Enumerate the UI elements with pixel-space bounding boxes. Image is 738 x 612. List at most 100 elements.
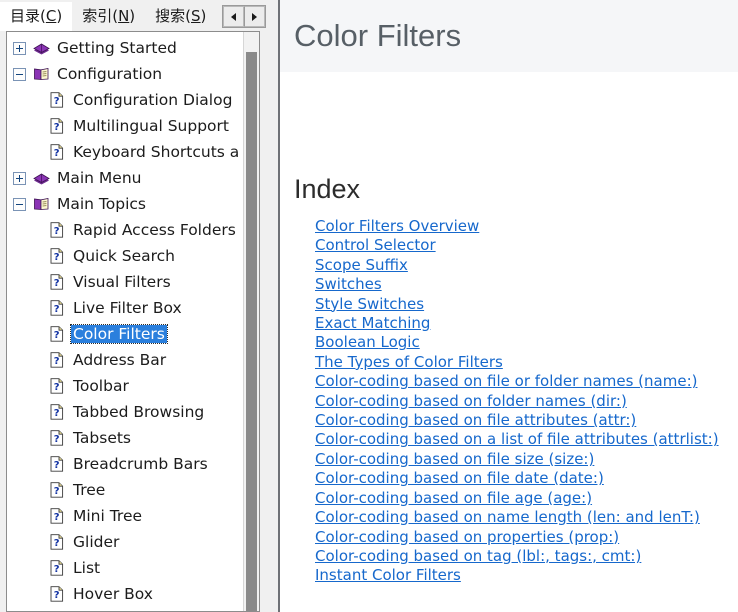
tree-scrollbar-thumb[interactable] (246, 52, 257, 611)
tab-label-text: 目录( (10, 7, 46, 25)
help-page-icon: ? (50, 248, 64, 264)
tree-item-label: Color Filters (70, 324, 168, 344)
index-link[interactable]: Exact Matching (315, 314, 430, 332)
help-page-icon: ? (50, 300, 64, 316)
collapse-icon[interactable] (13, 197, 26, 211)
index-link[interactable]: Color-coding based on a list of file att… (315, 430, 719, 448)
tree-item-label: Tabbed Browsing (73, 403, 205, 421)
triangle-left-icon (231, 12, 237, 21)
tree-item[interactable]: ? Tabbed Browsing (7, 399, 243, 425)
tab-label-text: 搜索( (155, 7, 192, 25)
collapse-icon[interactable] (13, 67, 26, 81)
tree-item-label: Hover Box (73, 585, 153, 603)
tree-item[interactable]: ? Tree (7, 477, 243, 503)
svg-text:?: ? (54, 538, 60, 549)
index-link[interactable]: Instant Color Filters (315, 566, 461, 584)
tree-item[interactable]: Main Topics (7, 191, 243, 217)
help-page-icon: ? (50, 508, 64, 524)
index-link[interactable]: Style Switches (315, 295, 424, 313)
tree-item[interactable]: Getting Started (7, 35, 243, 61)
tree-item[interactable]: ? Tabsets (7, 425, 243, 451)
panel-splitter[interactable] (268, 0, 280, 612)
svg-text:?: ? (54, 226, 60, 237)
tree-item-label: Live Filter Box (73, 299, 182, 317)
closed-book-icon (32, 173, 50, 184)
tab-search[interactable]: 搜索(S) (145, 2, 217, 31)
tree-item[interactable]: ? Quick Search (7, 243, 243, 269)
nav-forward-button[interactable] (244, 6, 266, 27)
tree-item[interactable]: ? Glider (7, 529, 243, 555)
help-page-icon: ? (47, 91, 67, 109)
content-body: Index Color Filters Overview Control Sele… (280, 72, 738, 612)
tree-item[interactable]: ? Rapid Access Folders (7, 217, 243, 243)
index-list-item: The Types of Color Filters (315, 353, 738, 372)
index-link[interactable]: Color Filters Overview (315, 217, 479, 235)
expand-icon[interactable] (13, 41, 26, 55)
tree-item[interactable]: Main Menu (7, 165, 243, 191)
index-link[interactable]: Color-coding based on properties (prop:) (315, 528, 619, 546)
svg-text:?: ? (54, 252, 60, 263)
index-list-item: Color Filters Overview (315, 217, 738, 236)
tree-item[interactable]: ? Address Bar (7, 347, 243, 373)
index-link[interactable]: Control Selector (315, 236, 436, 254)
expand-icon[interactable] (13, 171, 26, 185)
index-list-item: Color-coding based on file date (date:) (315, 469, 738, 488)
index-link[interactable]: Color-coding based on file size (size:) (315, 450, 594, 468)
tree-item[interactable]: ? Toolbar (7, 373, 243, 399)
index-link[interactable]: Color-coding based on file attributes (a… (315, 411, 636, 429)
tree-item[interactable]: ? Breadcrumb Bars (7, 451, 243, 477)
navigation-panel: 目录(C) 索引(N) 搜索(S) Getting Started Configura… (0, 0, 268, 612)
tree-item[interactable]: ? Keyboard Shortcuts a (7, 139, 243, 165)
index-link[interactable]: Color-coding based on file or folder nam… (315, 372, 697, 390)
index-link[interactable]: Color-coding based on tag (lbl:, tags:, … (315, 547, 641, 565)
index-link[interactable]: Color-coding based on name length (len: … (315, 508, 700, 526)
index-link[interactable]: Switches (315, 275, 382, 293)
tree-item[interactable]: ? Color Filters (7, 321, 243, 347)
help-page-icon: ? (50, 144, 64, 160)
contents-tree-scrollport[interactable]: Getting Started Configuration? Configurati… (7, 32, 243, 611)
index-list-item: Color-coding based on file age (age:) (315, 489, 738, 508)
nav-back-button[interactable] (223, 6, 245, 27)
closed-book-icon (32, 43, 50, 54)
index-link[interactable]: Color-coding based on file date (date:) (315, 469, 604, 487)
tree-item[interactable]: ? Visual Filters (7, 269, 243, 295)
tree-item-label: Visual Filters (73, 273, 171, 291)
tree-item[interactable]: ? Hover Box (7, 581, 243, 607)
tab-index[interactable]: 索引(N) (72, 2, 146, 31)
svg-text:?: ? (54, 122, 60, 133)
tree-item[interactable]: ? Configuration Dialog (7, 87, 243, 113)
tree-item[interactable]: ? Multilingual Support (7, 113, 243, 139)
index-link[interactable]: Scope Suffix (315, 256, 408, 274)
index-link-list: Color Filters Overview Control Selector Sc… (294, 203, 738, 586)
index-link[interactable]: Boolean Logic (315, 333, 420, 351)
tree-item[interactable]: Configuration (7, 61, 243, 87)
index-list-item: Color-coding based on name length (len: … (315, 508, 738, 527)
svg-text:?: ? (54, 304, 60, 315)
closed-book-icon (31, 39, 51, 57)
tree-item[interactable]: ? Live Filter Box (7, 295, 243, 321)
help-page-icon: ? (47, 429, 67, 447)
triangle-right-icon (252, 12, 258, 21)
tab-contents[interactable]: 目录(C) (0, 2, 73, 31)
index-list-item: Color-coding based on properties (prop:) (315, 528, 738, 547)
index-heading: Index (294, 174, 361, 204)
svg-text:?: ? (54, 382, 60, 393)
tree-item-label: Rapid Access Folders (73, 221, 236, 239)
svg-text:?: ? (54, 590, 60, 601)
index-link[interactable]: Color-coding based on folder names (dir:… (315, 392, 627, 410)
index-list-item: Color-coding based on a list of file att… (315, 430, 738, 449)
tree-vertical-scrollbar[interactable] (243, 32, 259, 611)
tree-item[interactable]: ? Mini Tree (7, 503, 243, 529)
tree-item-label: Main Menu (57, 169, 142, 187)
tree-item-label: Getting Started (57, 39, 177, 57)
tree-item[interactable]: ? List (7, 555, 243, 581)
tab-accesskey: N (118, 7, 130, 25)
tree-item-label: Configuration Dialog (73, 91, 233, 109)
svg-text:?: ? (54, 486, 60, 497)
index-link[interactable]: The Types of Color Filters (315, 353, 503, 371)
svg-text:?: ? (54, 96, 60, 107)
index-link[interactable]: Color-coding based on file age (age:) (315, 489, 592, 507)
tree-item-label: Configuration (57, 65, 163, 83)
svg-text:?: ? (54, 330, 60, 341)
help-page-icon: ? (47, 299, 67, 317)
